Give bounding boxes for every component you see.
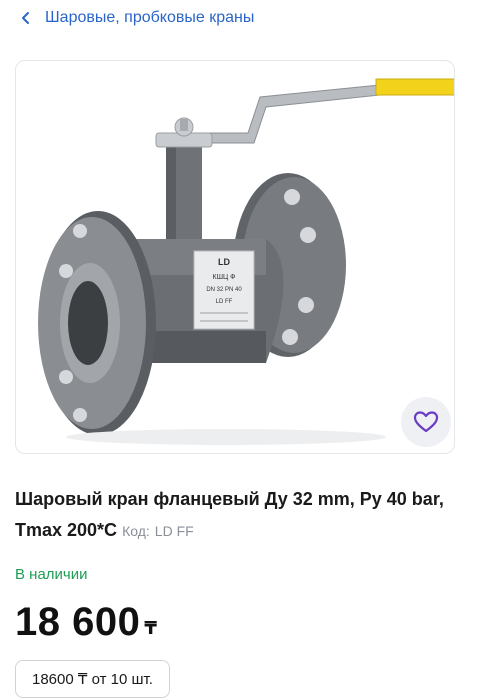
plate-line-3: DN 32 PN 40 — [206, 287, 242, 293]
product-title-text: Шаровый кран фланцевый Ду 32 mm, Ру 40 b… — [15, 489, 444, 540]
wholesale-price-chip[interactable]: 18600 ₸ от 10 шт. — [15, 660, 170, 698]
price-currency: ₸ — [144, 618, 158, 638]
plate-line-2: КШЦ Ф — [213, 274, 236, 281]
back-button[interactable] — [14, 6, 38, 30]
heart-icon — [413, 411, 439, 433]
product-code-label: Код: — [122, 523, 150, 539]
product-image-card[interactable]: LD КШЦ Ф DN 32 PN 40 LD FF — [15, 60, 455, 454]
product-image: LD КШЦ Ф DN 32 PN 40 LD FF — [38, 78, 454, 445]
chevron-left-icon — [22, 12, 29, 24]
plate-line-1: LD — [218, 257, 230, 267]
breadcrumb-link[interactable]: Шаровые, пробковые краны — [45, 9, 254, 27]
price: 18 600 ₸ — [15, 600, 157, 645]
favorite-button[interactable] — [401, 397, 451, 447]
plate-line-4: LD FF — [216, 299, 233, 305]
product-title: Шаровый кран фланцевый Ду 32 mm, Ру 40 b… — [15, 484, 470, 547]
top-bar: Шаровые, пробковые краны — [0, 0, 485, 36]
product-code-value: LD FF — [154, 523, 194, 539]
availability-status: В наличии — [15, 566, 88, 583]
price-value: 18 600 — [15, 600, 141, 644]
